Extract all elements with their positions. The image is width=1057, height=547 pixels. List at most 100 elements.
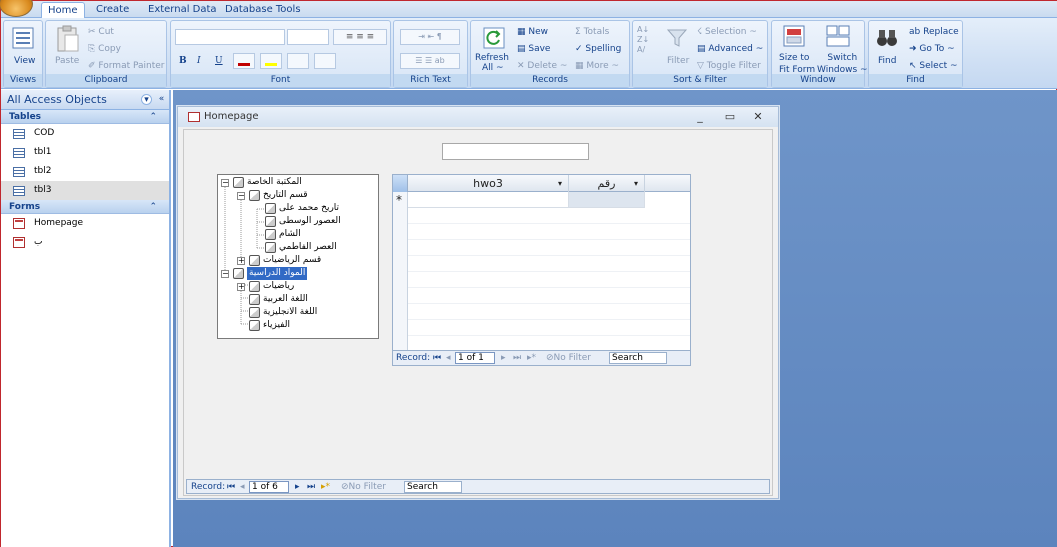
replace-button[interactable]: ab Replace	[909, 26, 959, 38]
tree-node[interactable]: الفيزياء	[263, 319, 290, 332]
tree-node[interactable]: قسم التاريخ	[263, 189, 308, 202]
tab-home[interactable]: Home	[41, 2, 85, 19]
nav-item-table[interactable]: COD	[1, 124, 169, 143]
nav-item-table[interactable]: tbl2	[1, 162, 169, 181]
close-icon[interactable]: ✕	[747, 107, 769, 127]
dropdown-arrow-icon[interactable]: ▾	[634, 175, 638, 192]
previous-record-icon[interactable]: ◂	[446, 351, 451, 365]
spelling-button[interactable]: ✓ Spelling	[575, 43, 621, 55]
no-filter-button[interactable]: ⊘ No Filter	[341, 480, 386, 494]
subform-datasheet: hwo3 ▾ رقم ▾ * Record: ⏮ ◂ 1 of 1 ▸ ⏭ ▸* ⊘…	[392, 174, 691, 366]
maximize-icon[interactable]: ▭	[719, 107, 741, 127]
tree-node[interactable]: العصور الوسطى	[279, 215, 341, 228]
advanced-button[interactable]: ▤ Advanced ~	[697, 43, 763, 55]
no-filter-button[interactable]: ⊘ No Filter	[546, 351, 591, 365]
indent-buttons[interactable]: ⇥ ⇤ ¶	[400, 29, 460, 45]
more-button[interactable]: ▦ More ~	[575, 60, 619, 72]
paste-button[interactable]: Paste	[55, 55, 79, 67]
tab-create[interactable]: Create	[90, 2, 135, 18]
tree-node-selected[interactable]: المواد الدراسية	[247, 267, 308, 280]
toggle-filter-button[interactable]: ▽ Toggle Filter	[697, 60, 761, 72]
nav-item-table[interactable]: tbl3	[1, 181, 169, 200]
save-record-button[interactable]: ▤ Save	[517, 43, 550, 55]
size-to-fit-form-button[interactable]: Size to Fit Form	[779, 52, 815, 76]
tree-node[interactable]: قسم الرياضيات	[263, 254, 321, 267]
tree-node[interactable]: رياضيات	[263, 280, 294, 293]
record-number-input[interactable]: 1 of 6	[249, 481, 289, 493]
last-record-icon[interactable]: ⏭	[307, 480, 315, 494]
find-button[interactable]: Find	[878, 55, 896, 67]
form-title-bar[interactable]: Homepage _ ▭ ✕	[178, 107, 778, 127]
tree-node[interactable]: تاريخ محمد على	[279, 202, 339, 215]
new-record-nav-icon[interactable]: ▸*	[321, 480, 330, 494]
collapse-icon[interactable]: −	[221, 179, 229, 187]
tree-node[interactable]: اللغة الانجليزية	[263, 306, 317, 319]
cut-button[interactable]: ✂ Cut	[88, 26, 114, 38]
collapse-icon[interactable]: −	[237, 192, 245, 200]
group-find: Find ab Replace ➜ Go To ~ ↖ Select ~ Fin…	[868, 20, 963, 88]
search-input[interactable]: Search	[609, 352, 667, 364]
record-number-input[interactable]: 1 of 1	[455, 352, 495, 364]
italic-button[interactable]: I	[197, 55, 201, 67]
gridlines-button[interactable]	[287, 53, 309, 69]
nav-item-form[interactable]: ب	[1, 233, 169, 252]
dropdown-arrow-icon[interactable]: ▾	[558, 175, 562, 192]
expand-icon[interactable]: +	[237, 283, 245, 291]
next-record-icon[interactable]: ▸	[501, 351, 506, 365]
select-button[interactable]: ↖ Select ~	[909, 60, 958, 72]
filter-button[interactable]: Filter	[667, 55, 689, 67]
tree-node[interactable]: اللغة العربية	[263, 293, 308, 306]
switch-windows-button[interactable]: Switch Windows ~	[817, 52, 868, 76]
office-button[interactable]	[0, 0, 33, 17]
first-record-icon[interactable]: ⏮	[433, 351, 441, 365]
tree-view[interactable]: − المكتبة الخاصة − قسم التاريخ تاريخ محم…	[217, 174, 379, 339]
previous-record-icon[interactable]: ◂	[240, 480, 245, 494]
next-record-icon[interactable]: ▸	[295, 480, 300, 494]
shutter-bar-close-icon[interactable]: «	[156, 94, 167, 105]
collapse-icon[interactable]: −	[221, 270, 229, 278]
tab-external-data[interactable]: External Data	[142, 2, 223, 18]
format-painter-button[interactable]: ✐ Format Painter	[88, 60, 165, 72]
last-record-icon[interactable]: ⏭	[513, 351, 521, 365]
new-record-nav-icon[interactable]: ▸*	[527, 351, 536, 365]
nav-pane-header[interactable]: All Access Objects ▾ «	[1, 90, 169, 110]
align-buttons[interactable]: ≡ ≡ ≡	[333, 29, 387, 45]
delete-record-button[interactable]: ✕ Delete ~	[517, 60, 567, 72]
font-color-button[interactable]	[233, 53, 255, 69]
totals-button[interactable]: Σ Totals	[575, 26, 609, 38]
underline-button[interactable]: U	[215, 55, 223, 67]
alt-fill-button[interactable]	[314, 53, 336, 69]
expand-icon[interactable]: +	[237, 257, 245, 265]
form-text-box[interactable]	[442, 143, 589, 160]
view-button[interactable]: View	[14, 55, 35, 67]
new-row-cell[interactable]	[408, 192, 569, 208]
bold-button[interactable]: B	[179, 55, 187, 67]
nav-section-forms[interactable]: Forms ⌃	[1, 200, 169, 214]
tree-node[interactable]: المكتبة الخاصة	[247, 176, 302, 189]
search-input[interactable]: Search	[404, 481, 462, 493]
first-record-icon[interactable]: ⏮	[227, 480, 235, 494]
new-row-cell[interactable]	[569, 192, 645, 208]
nav-item-table[interactable]: tbl1	[1, 143, 169, 162]
nav-item-form[interactable]: Homepage	[1, 214, 169, 233]
tree-node[interactable]: الشام	[279, 228, 301, 241]
column-header-raqm[interactable]: رقم ▾	[569, 175, 645, 192]
column-header-hwo3[interactable]: hwo3 ▾	[408, 175, 569, 192]
new-record-button[interactable]: ▦ New	[517, 26, 548, 38]
tree-node[interactable]: العصر الفاطمي	[279, 241, 337, 254]
refresh-icon	[483, 27, 505, 49]
copy-button[interactable]: ⎘ Copy	[88, 43, 121, 55]
nav-section-tables[interactable]: Tables ⌃	[1, 110, 169, 124]
sort-buttons[interactable]: A↓ Z↓ A/	[637, 25, 649, 55]
tab-database-tools[interactable]: Database Tools	[219, 2, 307, 18]
list-buttons[interactable]: ☰ ☰ ab	[400, 53, 460, 69]
font-size-combo[interactable]	[287, 29, 329, 45]
font-name-combo[interactable]	[175, 29, 285, 45]
select-all-corner[interactable]	[393, 175, 408, 192]
go-to-button[interactable]: ➜ Go To ~	[909, 43, 955, 55]
minimize-icon[interactable]: _	[689, 107, 711, 127]
selection-button[interactable]: ☇ Selection ~	[697, 26, 757, 38]
table-icon	[13, 167, 25, 177]
fill-color-button[interactable]	[260, 53, 282, 69]
chevron-down-icon[interactable]: ▾	[141, 94, 152, 105]
